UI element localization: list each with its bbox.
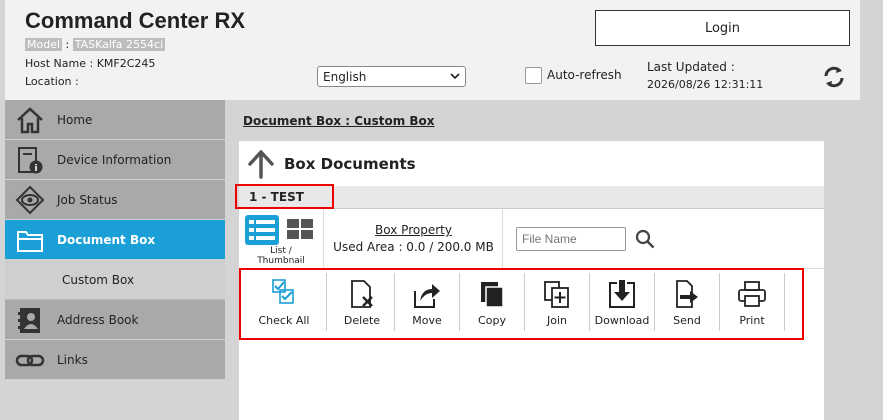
model-info: Model : TASKalfa 2554ci bbox=[25, 38, 166, 51]
hostname-label: Host Name : bbox=[25, 57, 94, 70]
page-title: Box Documents bbox=[284, 155, 416, 173]
sidebar-item-label: Address Book bbox=[57, 312, 139, 327]
view-toggle-label: List / Thumbnail bbox=[257, 246, 305, 266]
auto-refresh-label: Auto-refresh bbox=[547, 68, 622, 82]
link-icon bbox=[15, 354, 45, 367]
view-toggle[interactable]: List / Thumbnail bbox=[239, 209, 324, 269]
sidebar-item-label: Document Box bbox=[57, 232, 156, 247]
box-property-link[interactable]: Box Property bbox=[325, 223, 502, 237]
highlight-frame bbox=[239, 268, 804, 340]
sidebar-item-home[interactable]: Home bbox=[5, 100, 225, 140]
box-name: 1 - TEST bbox=[249, 190, 304, 204]
refresh-icon[interactable] bbox=[820, 63, 848, 91]
sidebar-item-address-book[interactable]: Address Book bbox=[5, 300, 225, 340]
sidebar-item-device-information[interactable]: i Device Information bbox=[5, 140, 225, 180]
thumbnail-view-icon[interactable] bbox=[287, 219, 313, 239]
list-view-icon[interactable] bbox=[245, 215, 279, 245]
hostname-value: KMF2C245 bbox=[96, 57, 156, 70]
app-title: Command Center RX bbox=[25, 8, 246, 33]
language-value: English bbox=[323, 69, 367, 84]
breadcrumb[interactable]: Document Box : Custom Box bbox=[243, 114, 435, 128]
sidebar-item-label: Job Status bbox=[57, 192, 118, 207]
sidebar-item-document-box[interactable]: Document Box bbox=[5, 220, 225, 260]
sidebar-item-custom-box[interactable]: Custom Box bbox=[5, 260, 225, 300]
tools-row: List / Thumbnail Box Property Used Area … bbox=[239, 209, 824, 269]
home-icon bbox=[17, 107, 43, 134]
eye-diamond-icon bbox=[15, 185, 45, 215]
sidebar-item-label: Links bbox=[57, 352, 88, 367]
model-value: TASKalfa 2554ci bbox=[72, 38, 166, 51]
address-book-icon bbox=[18, 308, 40, 333]
search-icon[interactable] bbox=[635, 229, 655, 249]
last-updated-value: 2026/08/26 12:31:11 bbox=[647, 78, 764, 91]
sidebar: Home i Device Information Job Status Doc… bbox=[5, 100, 225, 380]
box-name-row: 1 - TEST bbox=[235, 184, 824, 209]
box-property: Box Property Used Area : 0.0 / 200.0 MB bbox=[325, 209, 503, 269]
sidebar-item-job-status[interactable]: Job Status bbox=[5, 180, 225, 220]
last-updated-label: Last Updated : bbox=[647, 60, 735, 74]
file-name-input[interactable] bbox=[516, 227, 626, 251]
header: Command Center RX Model : TASKalfa 2554c… bbox=[5, 0, 860, 100]
auto-refresh-checkbox[interactable] bbox=[525, 67, 542, 84]
svg-text:i: i bbox=[34, 164, 37, 174]
language-select[interactable]: English bbox=[317, 66, 466, 87]
folder-icon bbox=[17, 231, 43, 252]
model-label: Model bbox=[25, 38, 63, 51]
device-info-icon: i bbox=[18, 147, 43, 174]
login-button[interactable]: Login bbox=[595, 10, 850, 46]
sidebar-item-label: Home bbox=[57, 112, 93, 127]
sidebar-item-links[interactable]: Links bbox=[5, 340, 225, 380]
hostname-info: Host Name : KMF2C245 bbox=[25, 57, 155, 70]
arrow-up-icon[interactable] bbox=[247, 149, 275, 179]
used-area: Used Area : 0.0 / 200.0 MB bbox=[333, 240, 494, 254]
location-label: Location : bbox=[25, 75, 79, 88]
chevron-down-icon bbox=[450, 73, 460, 80]
sidebar-item-label: Device Information bbox=[57, 152, 172, 167]
